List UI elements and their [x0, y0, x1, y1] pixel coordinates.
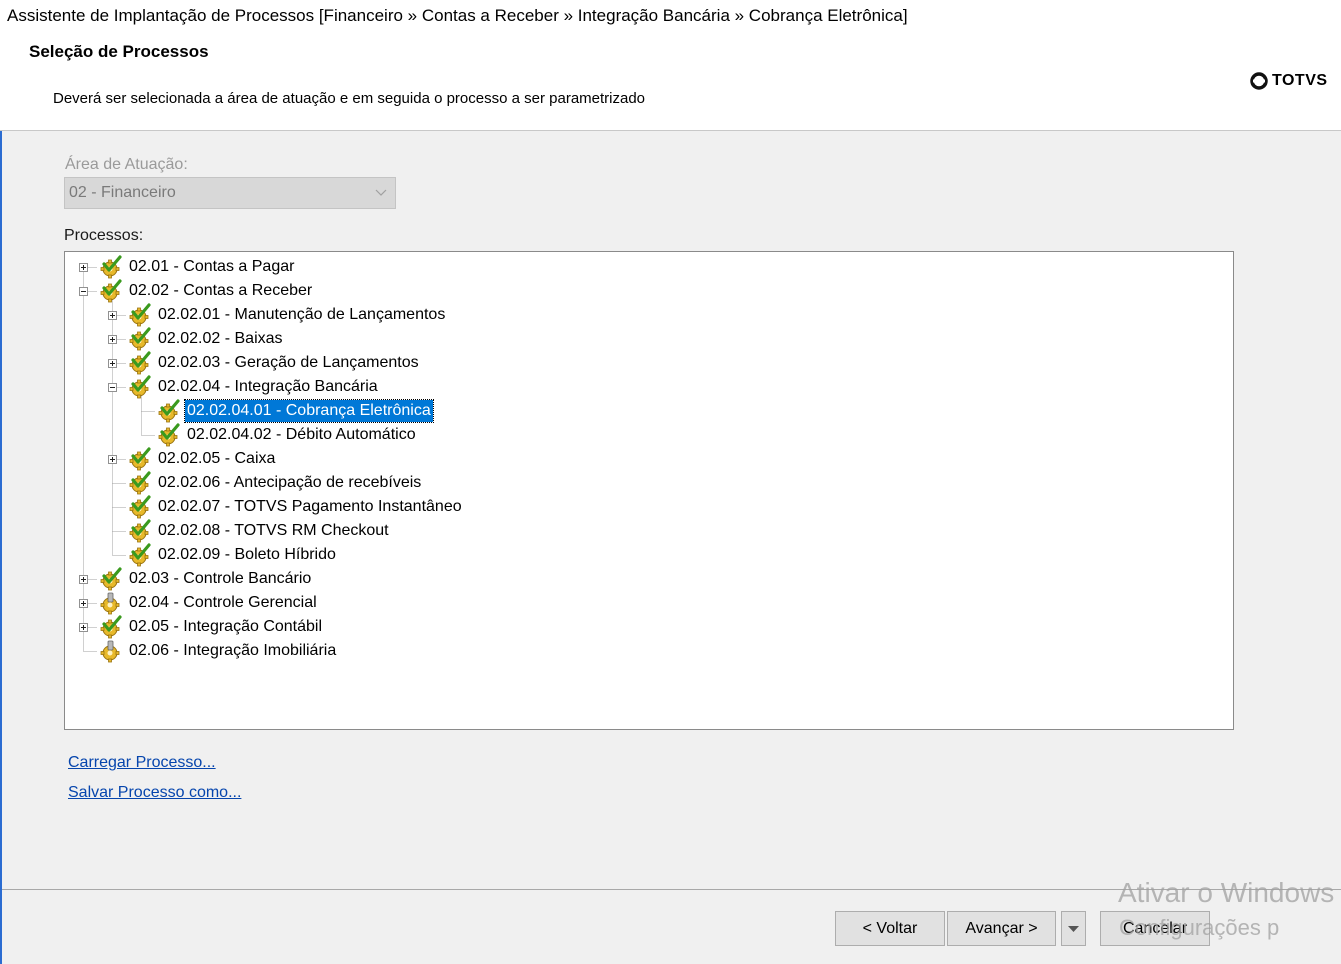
gear-check-icon	[99, 279, 123, 303]
gear-check-icon	[157, 399, 181, 423]
gear-check-icon	[128, 447, 152, 471]
page-title: Seleção de Processos	[29, 42, 209, 61]
tree-node[interactable]: 02.02.04.01 - Cobrança Eletrônica	[157, 399, 434, 423]
window-border	[0, 33, 2, 964]
expand-icon[interactable]	[79, 575, 88, 584]
back-button[interactable]: < Voltar	[835, 911, 945, 946]
tree-node[interactable]: 02.02.02 - Baixas	[128, 327, 285, 351]
area-label: Área de Atuação:	[65, 156, 188, 173]
gear-check-icon	[128, 543, 152, 567]
caret-down-icon	[1068, 926, 1079, 932]
gear-check-icon	[128, 519, 152, 543]
window-title: Assistente de Implantação de Processos […	[0, 0, 1341, 33]
tree-node-label: 02.01 - Contas a Pagar	[129, 258, 295, 275]
expand-icon[interactable]	[108, 455, 117, 464]
logo-text: TOTVS	[1272, 72, 1328, 89]
totvs-logo-icon	[1250, 72, 1268, 90]
expand-icon[interactable]	[108, 311, 117, 320]
tree-node-label: 02.05 - Integração Contábil	[129, 618, 323, 635]
area-select-value: 02 - Financeiro	[69, 184, 176, 201]
gear-check-icon	[128, 375, 152, 399]
tree-node-label: 02.02.07 - TOTVS Pagamento Instantâneo	[158, 498, 462, 515]
tree-node-label: 02.02.02 - Baixas	[158, 330, 283, 347]
tree-node[interactable]: 02.02.03 - Geração de Lançamentos	[128, 351, 421, 375]
process-tree[interactable]: 02.01 - Contas a Pagar 02.02 - Contas a R…	[64, 251, 1234, 730]
tree-node[interactable]: 02.01 - Contas a Pagar	[99, 255, 296, 279]
gear-check-icon	[99, 255, 123, 279]
tree-node-label: 02.02.06 - Antecipação de recebíveis	[158, 474, 422, 491]
gear-check-icon	[128, 495, 152, 519]
tree-node-label: 02.03 - Controle Bancário	[129, 570, 312, 587]
tree-node[interactable]: 02.02.04.02 - Débito Automático	[157, 423, 418, 447]
load-process-link[interactable]: Carregar Processo...	[68, 754, 216, 772]
expand-icon[interactable]	[79, 599, 88, 608]
gear-icon	[99, 639, 123, 663]
expand-icon[interactable]	[108, 359, 117, 368]
expand-icon[interactable]	[108, 335, 117, 344]
processes-label: Processos:	[64, 227, 144, 244]
gear-check-icon	[128, 351, 152, 375]
tree-node[interactable]: 02.02.05 - Caixa	[128, 447, 277, 471]
tree-node[interactable]: 02.05 - Integração Contábil	[99, 615, 324, 639]
area-select[interactable]: 02 - Financeiro	[64, 177, 396, 209]
tree-node[interactable]: 02.02 - Contas a Receber	[99, 279, 314, 303]
gear-check-icon	[157, 423, 181, 447]
gear-check-icon	[99, 615, 123, 639]
chevron-down-icon	[375, 178, 387, 219]
tree-node[interactable]: 02.02.09 - Boleto Híbrido	[128, 543, 338, 567]
next-dropdown-button[interactable]	[1061, 911, 1086, 946]
tree-node[interactable]: 02.03 - Controle Bancário	[99, 567, 313, 591]
tree-node[interactable]: 02.04 - Controle Gerencial	[99, 591, 319, 615]
activation-watermark: Ativar o Windows	[1118, 877, 1335, 908]
tree-node-label: 02.02.01 - Manutenção de Lançamentos	[158, 306, 446, 323]
tree-node[interactable]: 02.02.01 - Manutenção de Lançamentos	[128, 303, 447, 327]
activation-watermark-sub: Configurações p	[1119, 915, 1280, 940]
gear-check-icon	[128, 303, 152, 327]
tree-node-label: 02.02.05 - Caixa	[158, 450, 276, 467]
tree-node-label: 02.02.03 - Geração de Lançamentos	[158, 354, 419, 371]
tree-node[interactable]: 02.02.06 - Antecipação de recebíveis	[128, 471, 423, 495]
collapse-icon[interactable]	[79, 287, 88, 296]
collapse-icon[interactable]	[108, 383, 117, 392]
tree-node[interactable]: 02.06 - Integração Imobiliária	[99, 639, 338, 663]
tree-node-label: 02.02.04 - Integração Bancária	[158, 378, 378, 395]
wizard-header: Seleção de Processos Deverá ser selecion…	[0, 33, 1341, 131]
tree-node[interactable]: 02.02.04 - Integração Bancária	[128, 375, 380, 399]
gear-check-icon	[128, 327, 152, 351]
tree-node-label: 02.02.08 - TOTVS RM Checkout	[158, 522, 389, 539]
totvs-logo: TOTVS	[1250, 72, 1328, 90]
tree-node[interactable]: 02.02.07 - TOTVS Pagamento Instantâneo	[128, 495, 464, 519]
tree-node[interactable]: 02.02.08 - TOTVS RM Checkout	[128, 519, 391, 543]
tree-node-label: 02.02.04.02 - Débito Automático	[187, 426, 416, 443]
expand-icon[interactable]	[79, 623, 88, 632]
page-description: Deverá ser selecionada a área de atuação…	[53, 90, 646, 107]
next-button[interactable]: Avançar >	[947, 911, 1056, 946]
tree-node-label: 02.04 - Controle Gerencial	[129, 594, 317, 611]
tree-node-label: 02.02.04.01 - Cobrança Eletrônica	[184, 399, 434, 423]
gear-check-icon	[99, 567, 123, 591]
expand-icon[interactable]	[79, 263, 88, 272]
save-process-link[interactable]: Salvar Processo como...	[68, 784, 241, 802]
tree-node-label: 02.02.09 - Boleto Híbrido	[158, 546, 336, 563]
gear-check-icon	[128, 471, 152, 495]
gear-icon	[99, 591, 123, 615]
tree-node-label: 02.02 - Contas a Receber	[129, 282, 313, 299]
tree-node-label: 02.06 - Integração Imobiliária	[129, 642, 337, 659]
